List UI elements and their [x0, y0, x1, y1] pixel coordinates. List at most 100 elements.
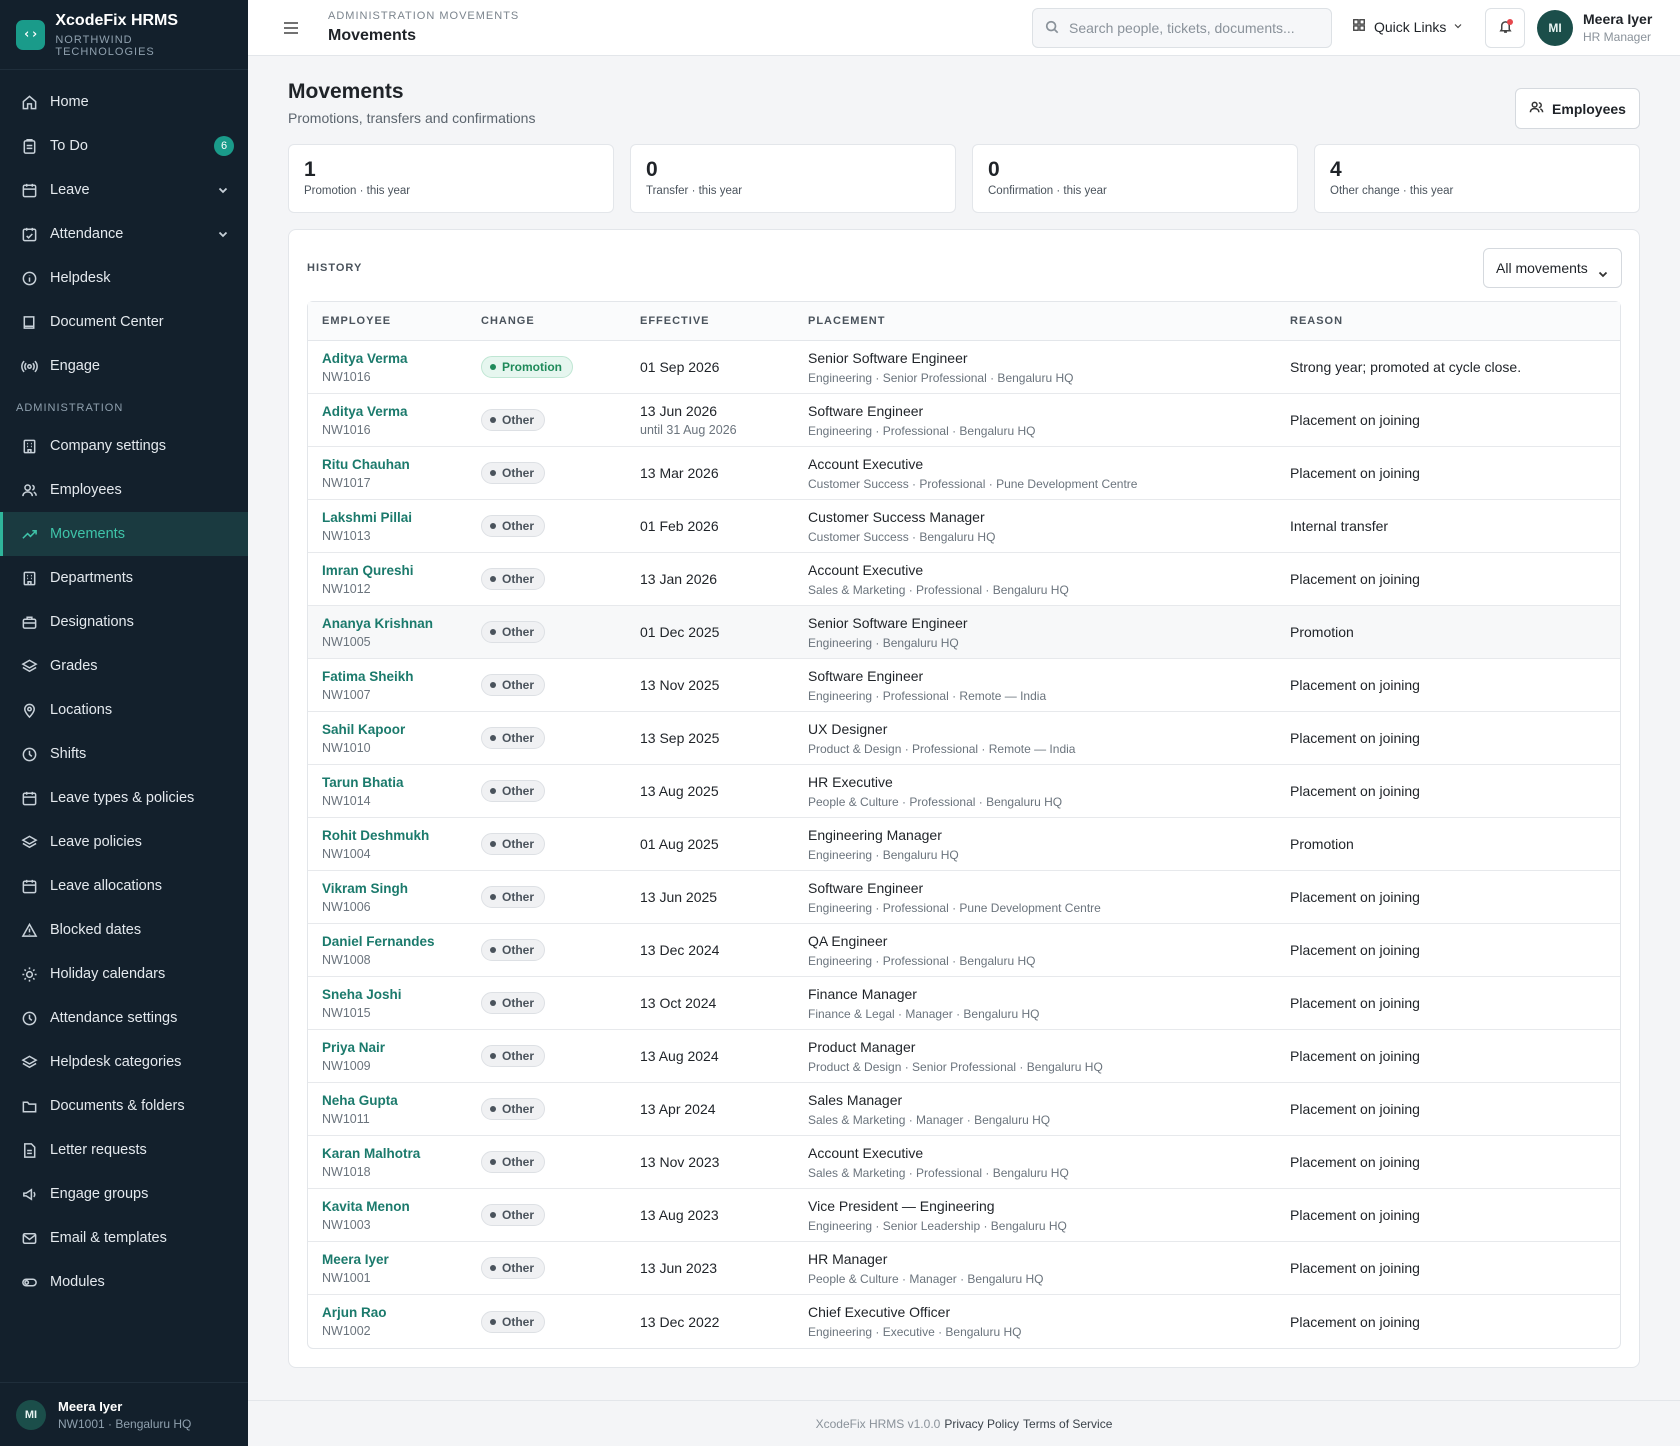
quick-links-button[interactable]: Quick Links	[1352, 18, 1464, 35]
status-dot-icon	[490, 682, 496, 688]
employee-name-link[interactable]: Sneha Joshi	[322, 987, 481, 1002]
table-row: Kavita Menon NW1003 Other 13 Aug 2023 Vice P…	[308, 1189, 1620, 1242]
search-box[interactable]	[1032, 8, 1332, 48]
sidebar-item-leave[interactable]: Leave	[0, 168, 248, 212]
sidebar-item-documents-and-folders[interactable]: Documents & folders	[0, 1084, 248, 1128]
sidebar-item-label: Helpdesk categories	[50, 1054, 182, 1070]
employee-name-link[interactable]: Meera Iyer	[322, 1252, 481, 1267]
sidebar-item-holiday-calendars[interactable]: Holiday calendars	[0, 952, 248, 996]
column-header-employee[interactable]: EMPLOYEE	[308, 315, 481, 327]
change-label: Other	[502, 890, 535, 904]
employee-name-link[interactable]: Priya Nair	[322, 1040, 481, 1055]
employee-name-link[interactable]: Kavita Menon	[322, 1199, 481, 1214]
sidebar-item-label: Document Center	[50, 314, 164, 330]
employee-name-link[interactable]: Neha Gupta	[322, 1093, 481, 1108]
change-label: Other	[502, 678, 535, 692]
sidebar-item-label: Leave allocations	[50, 878, 163, 894]
user-menu[interactable]: Meera Iyer HR Manager	[1583, 11, 1652, 44]
sidebar-item-home[interactable]: Home	[0, 80, 248, 124]
effective-date: 13 Aug 2025	[640, 783, 719, 799]
employee-name-link[interactable]: Lakshmi Pillai	[322, 510, 481, 525]
table-header: EMPLOYEE CHANGE EFFECTIVE PLACEMENT REAS…	[308, 302, 1620, 341]
sidebar: ‹› XcodeFix HRMS NORTHWIND TECHNOLOGIES …	[0, 0, 248, 1446]
sidebar-user[interactable]: MI Meera Iyer NW1001 · Bengaluru HQ	[0, 1382, 248, 1446]
chevron-down-icon[interactable]	[216, 183, 230, 197]
terms-of-service-link[interactable]: Terms of Service	[1023, 1417, 1112, 1431]
sidebar-item-employees[interactable]: Employees	[0, 468, 248, 512]
movement-reason: Placement on joining	[1290, 1101, 1420, 1117]
column-header-reason[interactable]: REASON	[1290, 315, 1620, 327]
employee-name-link[interactable]: Sahil Kapoor	[322, 722, 481, 737]
sidebar-item-leave-allocations[interactable]: Leave allocations	[0, 864, 248, 908]
sidebar-item-helpdesk[interactable]: Helpdesk	[0, 256, 248, 300]
menu-icon[interactable]	[282, 19, 300, 37]
employee-id: NW1017	[322, 475, 371, 490]
employee-name-link[interactable]: Aditya Verma	[322, 404, 481, 419]
movement-filter-select[interactable]: All movements	[1483, 248, 1622, 288]
column-header-change[interactable]: CHANGE	[481, 315, 640, 327]
sidebar-item-engage[interactable]: Engage	[0, 344, 248, 388]
employee-name-link[interactable]: Aditya Verma	[322, 351, 481, 366]
sidebar-item-shifts[interactable]: Shifts	[0, 732, 248, 776]
filter-value: All movements	[1496, 260, 1588, 276]
employee-name-link[interactable]: Ananya Krishnan	[322, 616, 481, 631]
sidebar-item-grades[interactable]: Grades	[0, 644, 248, 688]
change-label: Other	[502, 1155, 535, 1169]
chevron-down-icon[interactable]	[216, 227, 230, 241]
sidebar-item-helpdesk-categories[interactable]: Helpdesk categories	[0, 1040, 248, 1084]
sidebar-item-letter-requests[interactable]: Letter requests	[0, 1128, 248, 1172]
employee-name-link[interactable]: Imran Qureshi	[322, 563, 481, 578]
placement-title: Engineering Manager	[808, 826, 942, 843]
notifications-button[interactable]	[1485, 8, 1525, 48]
employees-button[interactable]: Employees	[1515, 88, 1640, 129]
employee-name-link[interactable]: Tarun Bhatia	[322, 775, 481, 790]
privacy-policy-link[interactable]: Privacy Policy	[944, 1417, 1019, 1431]
history-card: HISTORY All movements EMPLOYEE CHANGE EF…	[288, 229, 1640, 1368]
sidebar-item-departments[interactable]: Departments	[0, 556, 248, 600]
avatar[interactable]: MI	[1537, 10, 1573, 46]
users-icon	[20, 481, 38, 499]
employee-name-link[interactable]: Arjun Rao	[322, 1305, 481, 1320]
employee-name-link[interactable]: Karan Malhotra	[322, 1146, 481, 1161]
layers-icon	[20, 1053, 38, 1071]
sidebar-item-attendance[interactable]: Attendance	[0, 212, 248, 256]
sidebar-item-email-and-templates[interactable]: Email & templates	[0, 1216, 248, 1260]
employee-name-link[interactable]: Fatima Sheikh	[322, 669, 481, 684]
sidebar-item-attendance-settings[interactable]: Attendance settings	[0, 996, 248, 1040]
sidebar-item-blocked-dates[interactable]: Blocked dates	[0, 908, 248, 952]
brand[interactable]: ‹› XcodeFix HRMS NORTHWIND TECHNOLOGIES	[0, 0, 248, 70]
placement-title: Software Engineer	[808, 402, 924, 419]
column-header-placement[interactable]: PLACEMENT	[808, 315, 1290, 327]
placement-title: Senior Software Engineer	[808, 349, 968, 366]
status-dot-icon	[490, 788, 496, 794]
sidebar-item-locations[interactable]: Locations	[0, 688, 248, 732]
sidebar-item-designations[interactable]: Designations	[0, 600, 248, 644]
sidebar-item-movements[interactable]: Movements	[0, 512, 248, 556]
placement-details: Engineering · Professional · Remote — In…	[808, 688, 1047, 703]
sidebar-item-to-do[interactable]: To Do 6	[0, 124, 248, 168]
employee-name-link[interactable]: Daniel Fernandes	[322, 934, 481, 949]
grid-icon	[1352, 18, 1366, 35]
sidebar-item-document-center[interactable]: Document Center	[0, 300, 248, 344]
sidebar-item-company-settings[interactable]: Company settings	[0, 424, 248, 468]
sidebar-item-leave-types-and-policies[interactable]: Leave types & policies	[0, 776, 248, 820]
sidebar-item-modules[interactable]: Modules	[0, 1260, 248, 1304]
employee-id: NW1007	[322, 687, 371, 702]
employee-name-link[interactable]: Rohit Deshmukh	[322, 828, 481, 843]
table-row: Arjun Rao NW1002 Other 13 Dec 2022 Chief Exe…	[308, 1295, 1620, 1348]
table-row: Aditya Verma NW1016 Other 13 Jun 2026 until …	[308, 394, 1620, 447]
calendar-icon	[20, 789, 38, 807]
table-row: Sahil Kapoor NW1010 Other 13 Sep 2025 UX Des…	[308, 712, 1620, 765]
brand-org: NORTHWIND TECHNOLOGIES	[55, 33, 155, 58]
search-input[interactable]	[1069, 20, 1319, 36]
change-badge: Other	[481, 621, 546, 643]
sidebar-item-label: Letter requests	[50, 1142, 147, 1158]
placement-details: Sales & Marketing · Professional · Benga…	[808, 582, 1069, 597]
column-header-effective[interactable]: EFFECTIVE	[640, 315, 808, 327]
sidebar-item-leave-policies[interactable]: Leave policies	[0, 820, 248, 864]
employee-name-link[interactable]: Ritu Chauhan	[322, 457, 481, 472]
sidebar-item-engage-groups[interactable]: Engage groups	[0, 1172, 248, 1216]
employee-id: NW1013	[322, 528, 371, 543]
employee-name-link[interactable]: Vikram Singh	[322, 881, 481, 896]
stat-value: 4	[1330, 158, 1342, 181]
